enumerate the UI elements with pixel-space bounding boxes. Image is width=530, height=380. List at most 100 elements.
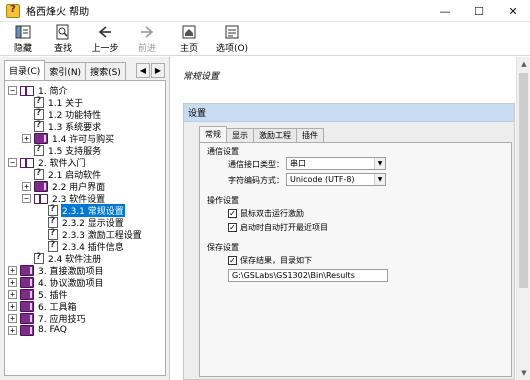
encoding-select[interactable]: Unicode (UTF-8) ▼ bbox=[286, 173, 386, 186]
open-book-icon bbox=[20, 157, 34, 168]
closed-book-icon bbox=[34, 132, 48, 144]
save-results-checkbox[interactable]: ✓ 保存结果，目录如下 bbox=[228, 255, 312, 266]
scroll-thumb[interactable] bbox=[519, 73, 528, 288]
forward-button[interactable]: 前进 bbox=[130, 22, 164, 54]
operation-settings-group: 操作设置 bbox=[207, 196, 239, 205]
scroll-down-icon[interactable]: ▼ bbox=[517, 366, 530, 380]
tree-item-faq[interactable]: + 8. FAQ bbox=[8, 324, 68, 336]
help-page-icon bbox=[34, 252, 44, 264]
tree-item-support[interactable]: 1.5 支持服务 bbox=[34, 144, 102, 157]
tree-item-plugins[interactable]: + 5. 插件 bbox=[8, 288, 68, 301]
port-type-select[interactable]: 串口 ▼ bbox=[286, 157, 386, 170]
tab-stimulus-project[interactable]: 激励工程 bbox=[253, 128, 297, 142]
content-pane: 常规设置 设置 常规 显示 激励工程 插件 通信设置 通信接口类型： 串口 ▼ … bbox=[171, 57, 530, 380]
expand-icon[interactable]: + bbox=[22, 181, 31, 191]
tab-plugin[interactable]: 插件 bbox=[296, 128, 324, 142]
tab-contents[interactable]: 目录(C) bbox=[4, 60, 46, 80]
encoding-label: 字符编码方式： bbox=[228, 176, 284, 185]
back-arrow-icon bbox=[97, 24, 113, 40]
tree-item-license[interactable]: + 1.4 许可与购买 bbox=[22, 132, 115, 145]
settings-title: 设置 bbox=[184, 104, 514, 122]
open-book-icon bbox=[34, 193, 48, 204]
window-title: 格西烽火 帮助 bbox=[26, 7, 90, 18]
toolbar: 隐藏 查找 上一步 前进 主页 选项(O) bbox=[0, 22, 530, 56]
expand-icon[interactable]: + bbox=[8, 289, 17, 299]
collapse-icon[interactable]: − bbox=[8, 85, 17, 95]
maximize-button[interactable]: ☐ bbox=[462, 0, 496, 22]
tree-item-general-settings[interactable]: 2.3.1 常规设置 bbox=[48, 203, 125, 217]
expand-icon[interactable]: + bbox=[8, 301, 17, 311]
tree-item-user-interface[interactable]: + 2.2 用户界面 bbox=[22, 180, 106, 193]
hide-icon bbox=[15, 24, 31, 40]
tab-display[interactable]: 显示 bbox=[226, 128, 254, 142]
tree-item-project-settings[interactable]: 2.3.3 激励工程设置 bbox=[48, 228, 143, 241]
options-button[interactable]: 选项(O) bbox=[212, 22, 252, 54]
tree-item-protocol-projects[interactable]: + 4. 协议激励项目 bbox=[8, 276, 104, 289]
tree-item-software-settings[interactable]: − 2.3 软件设置 bbox=[22, 192, 106, 205]
double-click-run-checkbox[interactable]: ✓ 鼠标双击运行激励 bbox=[228, 208, 304, 219]
forward-arrow-icon bbox=[139, 24, 155, 40]
tree-item-tips[interactable]: + 7. 应用技巧 bbox=[8, 312, 86, 325]
collapse-icon[interactable]: − bbox=[8, 157, 17, 167]
find-button[interactable]: 查找 bbox=[46, 22, 80, 54]
tree-item-plugin-info[interactable]: 2.3.4 插件信息 bbox=[48, 240, 125, 253]
tree-item-getting-started[interactable]: − 2. 软件入门 bbox=[8, 156, 86, 169]
save-settings-group: 保存设置 bbox=[207, 243, 239, 252]
closed-book-icon bbox=[20, 324, 34, 336]
tree-item-features[interactable]: 1.2 功能特性 bbox=[34, 108, 102, 121]
help-app-icon bbox=[6, 3, 20, 18]
tree-item-display-settings[interactable]: 2.3.2 显示设置 bbox=[48, 216, 125, 229]
collapse-icon[interactable]: − bbox=[22, 193, 31, 203]
hide-button[interactable]: 隐藏 bbox=[6, 22, 40, 54]
minimize-button[interactable]: — bbox=[428, 0, 462, 22]
open-recent-checkbox[interactable]: ✓ 启动时自动打开最近项目 bbox=[228, 222, 328, 233]
tree-item-system-requirements[interactable]: 1.3 系统要求 bbox=[34, 120, 102, 133]
help-page-icon bbox=[34, 120, 44, 132]
chevron-down-icon: ▼ bbox=[374, 174, 385, 185]
title-bar: 格西烽火 帮助 — ☐ ✕ bbox=[0, 0, 530, 22]
expand-icon[interactable]: + bbox=[22, 133, 31, 143]
tree-item-start-software[interactable]: 2.1 启动软件 bbox=[34, 168, 102, 181]
results-path-field[interactable]: G:\GSLabs\GS1302\Bin\Results bbox=[228, 269, 388, 282]
expand-icon[interactable]: + bbox=[8, 265, 17, 275]
tab-search[interactable]: 搜索(S) bbox=[85, 62, 126, 80]
contents-tree: − 1. 简介 1.1 关于 1.2 功能特性 1.3 系统要求 + 1.4 许… bbox=[4, 80, 166, 376]
find-icon bbox=[55, 24, 71, 40]
closed-book-icon bbox=[20, 312, 34, 324]
close-button[interactable]: ✕ bbox=[496, 0, 530, 22]
tree-item-toolbox[interactable]: + 6. 工具箱 bbox=[8, 300, 77, 313]
help-page-icon bbox=[34, 108, 44, 120]
settings-tabs: 常规 显示 激励工程 插件 bbox=[199, 126, 324, 142]
home-button[interactable]: 主页 bbox=[172, 22, 206, 54]
tree-item-direct-projects[interactable]: + 3. 直接激励项目 bbox=[8, 264, 104, 277]
checkmark-icon: ✓ bbox=[228, 256, 237, 265]
tab-scroll-left-icon[interactable]: ◀ bbox=[136, 63, 150, 78]
tree-item-about[interactable]: 1.1 关于 bbox=[34, 96, 84, 109]
tree-item-registration[interactable]: 2.4 软件注册 bbox=[34, 252, 102, 265]
home-icon bbox=[181, 24, 197, 40]
open-book-icon bbox=[20, 85, 34, 96]
tree-item-intro[interactable]: − 1. 简介 bbox=[8, 84, 68, 97]
checkmark-icon: ✓ bbox=[228, 209, 237, 218]
vertical-scrollbar[interactable]: ▲ ▼ bbox=[516, 57, 530, 380]
settings-screenshot: 设置 常规 显示 激励工程 插件 通信设置 通信接口类型： 串口 ▼ 字符编码方… bbox=[183, 103, 515, 380]
closed-book-icon bbox=[34, 180, 48, 192]
tab-scroll-arrows: ◀ ▶ bbox=[136, 63, 166, 78]
expand-icon[interactable]: + bbox=[8, 313, 17, 323]
tab-index[interactable]: 索引(N) bbox=[44, 62, 87, 80]
help-page-icon bbox=[34, 144, 44, 156]
help-page-icon bbox=[34, 96, 44, 108]
help-page-icon bbox=[48, 228, 58, 240]
closed-book-icon bbox=[20, 264, 34, 276]
tab-scroll-right-icon[interactable]: ▶ bbox=[151, 63, 165, 78]
expand-icon[interactable]: + bbox=[8, 325, 17, 335]
help-page-icon bbox=[48, 216, 58, 228]
scroll-up-icon[interactable]: ▲ bbox=[517, 57, 530, 71]
page-title: 常规设置 bbox=[183, 72, 220, 82]
tab-general[interactable]: 常规 bbox=[199, 126, 227, 142]
closed-book-icon bbox=[20, 300, 34, 312]
navigation-tabs: 目录(C) 索引(N) 搜索(S) bbox=[4, 60, 126, 80]
expand-icon[interactable]: + bbox=[8, 277, 17, 287]
help-page-icon bbox=[34, 168, 44, 180]
back-button[interactable]: 上一步 bbox=[88, 22, 122, 54]
